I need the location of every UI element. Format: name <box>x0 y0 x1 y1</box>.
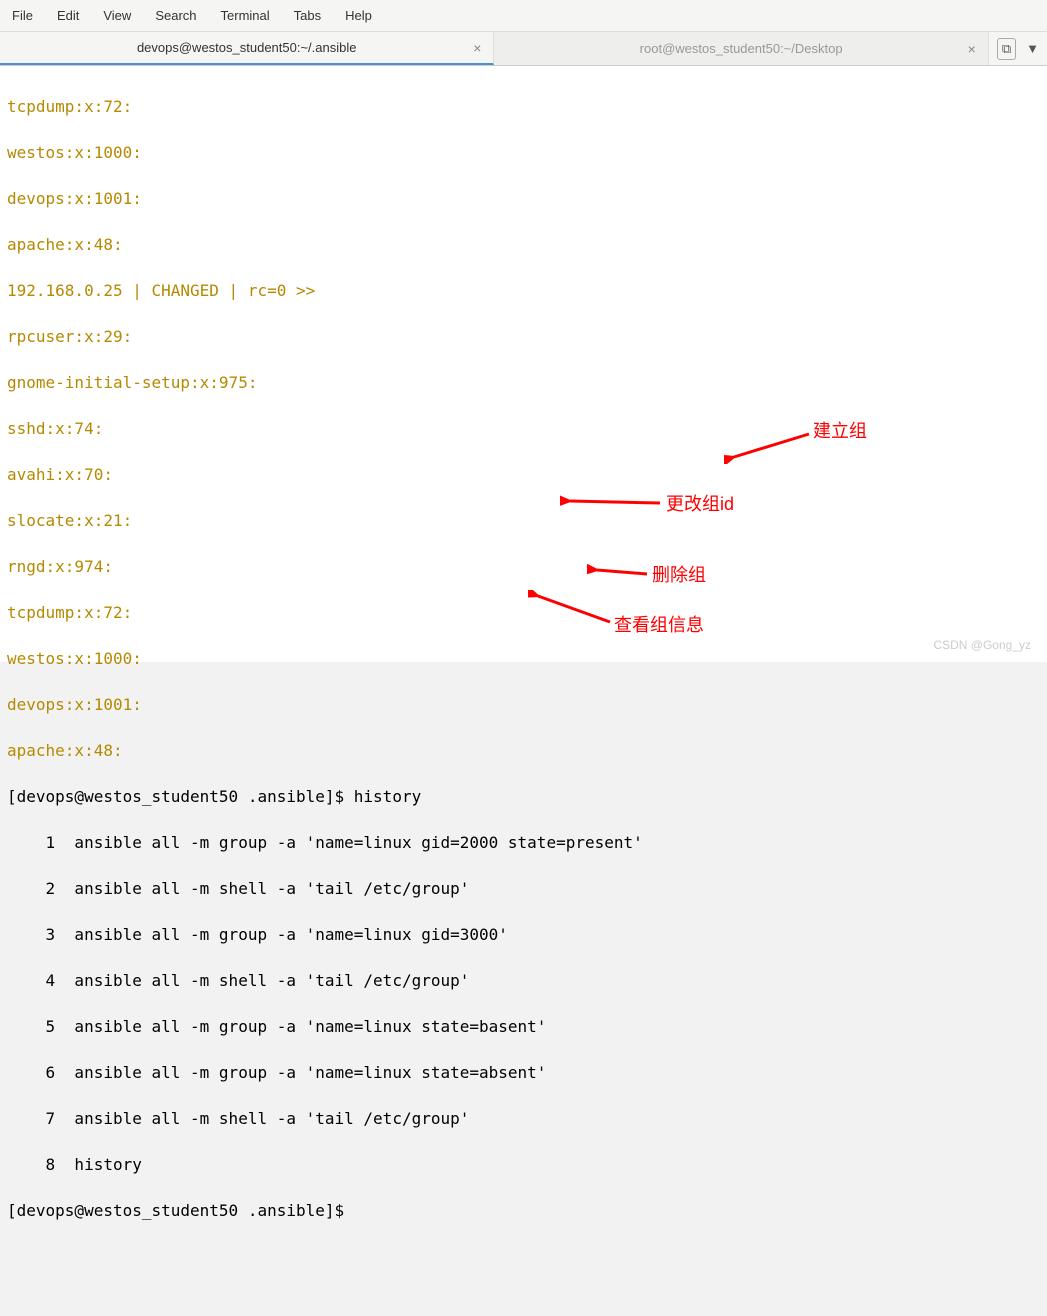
watermark: CSDN @Gong_yz <box>933 638 1031 652</box>
annotation-view-group: 查看组信息 <box>614 614 704 637</box>
terminal-line: 192.168.0.25 | CHANGED | rc=0 >> <box>7 279 1040 302</box>
menu-terminal[interactable]: Terminal <box>209 4 282 27</box>
terminal-line: westos:x:1000: <box>7 647 1040 670</box>
terminal-line: devops:x:1001: <box>7 693 1040 716</box>
history-line: 7 ansible all -m shell -a 'tail /etc/gro… <box>7 1107 1040 1130</box>
menu-tabs[interactable]: Tabs <box>282 4 333 27</box>
terminal-line: sshd:x:74: <box>7 417 1040 440</box>
history-line: 1 ansible all -m group -a 'name=linux gi… <box>7 831 1040 854</box>
history-line: 5 ansible all -m group -a 'name=linux st… <box>7 1015 1040 1038</box>
history-line: 4 ansible all -m shell -a 'tail /etc/gro… <box>7 969 1040 992</box>
annotation-create-group: 建立组 <box>813 420 867 443</box>
prompt-prefix: [devops@westos_student50 .ansible]$ <box>7 787 354 806</box>
history-line: 2 ansible all -m shell -a 'tail /etc/gro… <box>7 877 1040 900</box>
terminal-line: tcpdump:x:72: <box>7 601 1040 624</box>
tab-active[interactable]: devops@westos_student50:~/.ansible × <box>0 32 494 65</box>
terminal-line: tcpdump:x:72: <box>7 95 1040 118</box>
terminal-prompt: [devops@westos_student50 .ansible]$ hist… <box>7 785 1040 808</box>
new-tab-icon[interactable]: ⧉ <box>997 38 1016 60</box>
tabbar: devops@westos_student50:~/.ansible × roo… <box>0 32 1047 66</box>
terminal-prompt: [devops@westos_student50 .ansible]$ <box>7 1199 1040 1222</box>
annotation-change-gid: 更改组id <box>666 493 734 516</box>
menu-edit[interactable]: Edit <box>45 4 91 27</box>
terminal-line: devops:x:1001: <box>7 187 1040 210</box>
tab-inactive[interactable]: root@westos_student50:~/Desktop × <box>494 32 988 65</box>
history-line: 6 ansible all -m group -a 'name=linux st… <box>7 1061 1040 1084</box>
history-line: 8 history <box>7 1153 1040 1176</box>
tab-active-label: devops@westos_student50:~/.ansible <box>137 40 357 55</box>
terminal-line: rngd:x:974: <box>7 555 1040 578</box>
tab-dropdown-icon[interactable]: ▼ <box>1026 41 1039 56</box>
tab-inactive-close[interactable]: × <box>968 41 976 57</box>
menu-search[interactable]: Search <box>143 4 208 27</box>
annotation-delete-group: 删除组 <box>652 564 706 587</box>
terminal-line: slocate:x:21: <box>7 509 1040 532</box>
menubar: File Edit View Search Terminal Tabs Help <box>0 0 1047 32</box>
terminal[interactable]: tcpdump:x:72: westos:x:1000: devops:x:10… <box>0 66 1047 662</box>
prompt-cmd: history <box>354 787 421 806</box>
menu-view[interactable]: View <box>91 4 143 27</box>
terminal-line: avahi:x:70: <box>7 463 1040 486</box>
terminal-line: apache:x:48: <box>7 739 1040 762</box>
tab-inactive-label: root@westos_student50:~/Desktop <box>640 41 843 56</box>
terminal-line: westos:x:1000: <box>7 141 1040 164</box>
terminal-line: apache:x:48: <box>7 233 1040 256</box>
history-line: 3 ansible all -m group -a 'name=linux gi… <box>7 923 1040 946</box>
tab-active-close[interactable]: × <box>473 40 481 56</box>
menu-file[interactable]: File <box>0 4 45 27</box>
tab-controls: ⧉ ▼ <box>989 38 1047 60</box>
terminal-line: rpcuser:x:29: <box>7 325 1040 348</box>
terminal-line: gnome-initial-setup:x:975: <box>7 371 1040 394</box>
menu-help[interactable]: Help <box>333 4 384 27</box>
